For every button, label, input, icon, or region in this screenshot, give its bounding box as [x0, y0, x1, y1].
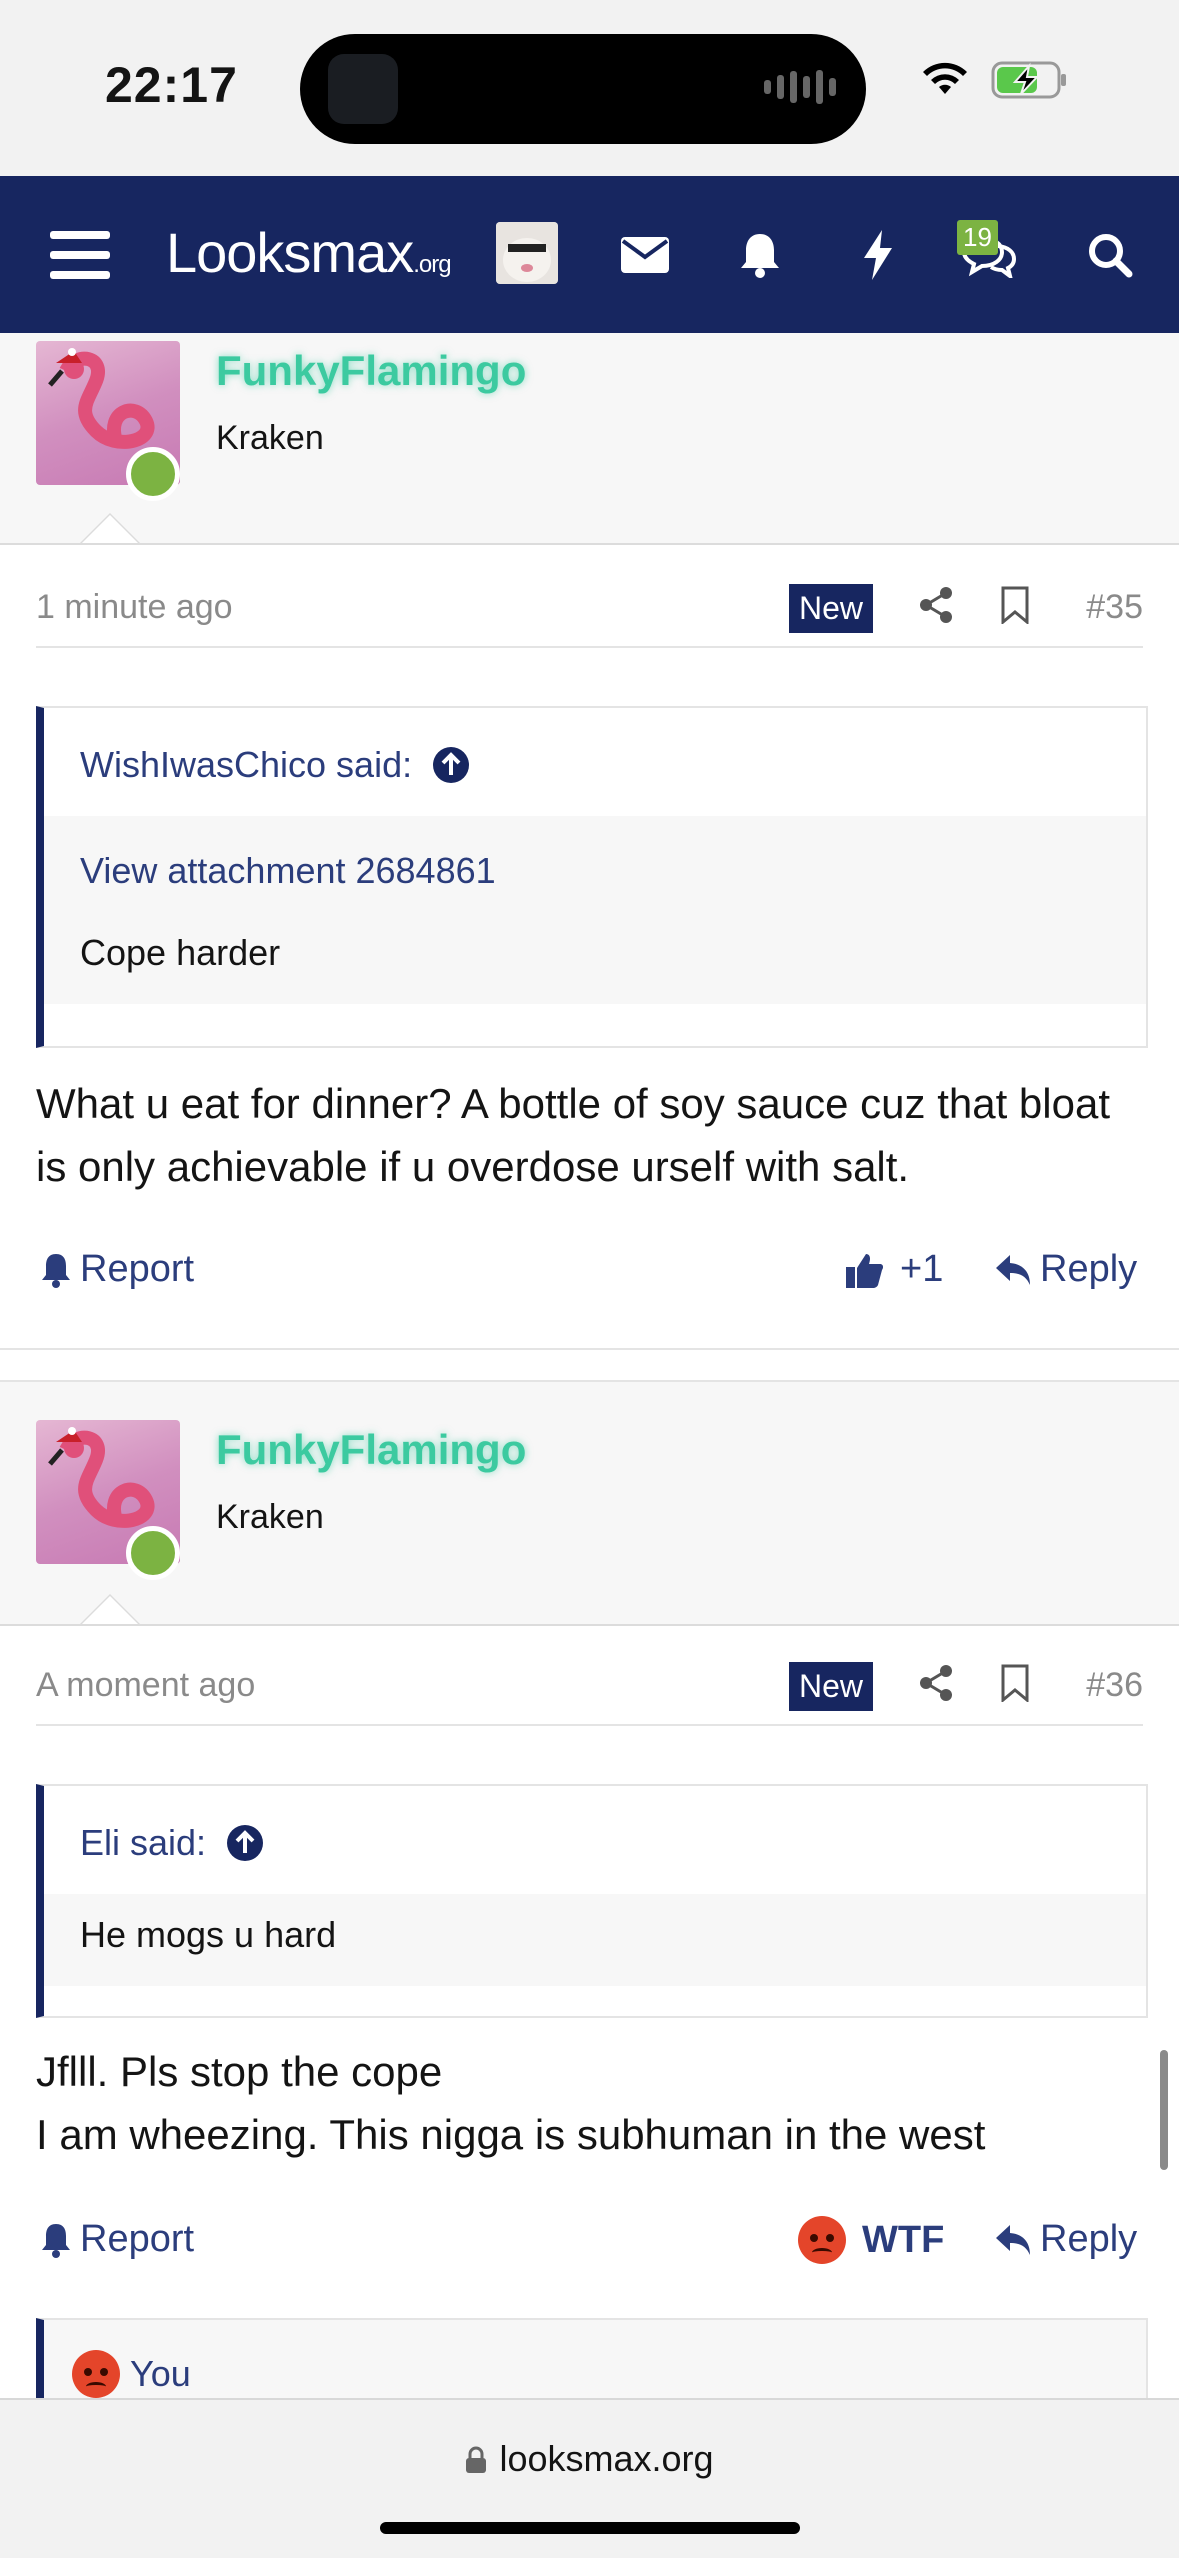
pointer-arrow — [80, 513, 140, 543]
wtf-reaction-button[interactable]: WTF — [798, 2216, 944, 2264]
post-user-block: FunkyFlamingo Kraken — [0, 333, 1179, 545]
user-title: Kraken — [216, 1498, 324, 1536]
username[interactable]: FunkyFlamingo — [216, 1426, 526, 1474]
menu-icon[interactable] — [40, 176, 120, 333]
report-label: Report — [80, 1248, 195, 1290]
quote-block: Eli said: He mogs u hard — [36, 1784, 1148, 2018]
lightning-icon[interactable] — [848, 176, 908, 333]
bell-icon — [42, 1253, 70, 1288]
quote-text: He mogs u hard — [80, 1914, 337, 1955]
username[interactable]: FunkyFlamingo — [216, 347, 526, 395]
report-button[interactable]: Report — [40, 2218, 194, 2261]
share-icon[interactable] — [918, 586, 954, 624]
message-line: I am wheezing. This nigga is subhuman in… — [36, 2111, 986, 2158]
arrow-up-circle-icon[interactable] — [432, 746, 470, 784]
audio-wave-icon — [764, 70, 836, 104]
reaction-label: WTF — [862, 2218, 945, 2261]
post-message: Jflll. Pls stop the cope I am wheezing. … — [36, 2040, 1146, 2166]
url-text: looksmax.org — [499, 2438, 714, 2479]
bell-icon — [42, 2223, 70, 2258]
post-number[interactable]: #36 — [1086, 1666, 1143, 1705]
share-icon[interactable] — [918, 1664, 954, 1702]
report-button[interactable]: Report — [40, 1248, 194, 1291]
angry-face-icon — [72, 2350, 120, 2398]
battery-charging-icon — [991, 61, 1066, 99]
reactions-bar[interactable]: You — [36, 2318, 1148, 2410]
lock-icon — [466, 2446, 487, 2473]
wifi-icon — [923, 62, 967, 94]
home-indicator[interactable] — [380, 2522, 800, 2534]
post-separator — [0, 1348, 1179, 1350]
like-count: +1 — [900, 1248, 944, 1290]
message-line: Jflll. Pls stop the cope — [36, 2048, 443, 2095]
reply-button[interactable]: Reply — [994, 1248, 1137, 1291]
quote-text: Cope harder — [80, 932, 281, 973]
camera-icon — [328, 54, 398, 124]
reply-button[interactable]: Reply — [994, 2218, 1137, 2261]
quote-body: View attachment 2684861 Cope harder — [44, 816, 1146, 1004]
status-bar: 22:17 — [0, 0, 1179, 176]
like-button[interactable]: +1 — [844, 1248, 943, 1291]
conversations-badge: 19 — [957, 220, 998, 255]
reactions-summary[interactable]: You — [130, 2353, 191, 2395]
quote-block: WishIwasChico said: View attachment 2684… — [36, 706, 1148, 1048]
top-nav: Looksmax.org — [0, 176, 1179, 333]
reply-icon — [996, 1254, 1030, 1285]
status-time: 22:17 — [105, 57, 238, 113]
reply-icon — [996, 2224, 1030, 2255]
quote-header[interactable]: WishIwasChico said: — [44, 708, 1146, 816]
report-label: Report — [80, 2218, 195, 2260]
quote-author[interactable]: Eli said: — [80, 1822, 206, 1864]
browser-bar: looksmax.org — [0, 2398, 1179, 2558]
reply-label: Reply — [1040, 2218, 1138, 2260]
attachment-link[interactable]: View attachment 2684861 — [80, 850, 1110, 892]
new-badge: New — [789, 584, 874, 633]
arrow-up-circle-icon[interactable] — [226, 1824, 264, 1862]
new-badge: New — [789, 1662, 874, 1711]
post-meta: 1 minute ago New #35 — [36, 566, 1143, 648]
search-icon[interactable] — [1080, 176, 1140, 333]
post-user-block: FunkyFlamingo Kraken — [0, 1380, 1179, 1626]
quote-author[interactable]: WishIwasChico said: — [80, 744, 412, 786]
inbox-icon[interactable] — [615, 176, 675, 333]
online-indicator — [126, 447, 180, 501]
post-message: What u eat for dinner? A bottle of soy s… — [36, 1080, 1110, 1190]
post-date[interactable]: 1 minute ago — [36, 588, 233, 627]
scrollbar[interactable] — [1160, 2050, 1168, 2170]
bell-icon[interactable] — [730, 176, 790, 333]
bookmark-icon[interactable] — [1000, 586, 1030, 624]
user-title: Kraken — [216, 419, 324, 457]
reply-label: Reply — [1040, 1248, 1138, 1290]
quote-body: He mogs u hard — [44, 1894, 1146, 1986]
quote-header[interactable]: Eli said: — [44, 1786, 1146, 1894]
bookmark-icon[interactable] — [1000, 1664, 1030, 1702]
dynamic-island — [300, 34, 866, 144]
thumbs-up-icon — [846, 1253, 884, 1288]
site-logo[interactable]: Looksmax.org — [166, 220, 452, 285]
post-date[interactable]: A moment ago — [36, 1666, 255, 1705]
post-number[interactable]: #35 — [1086, 588, 1143, 627]
url-bar[interactable]: looksmax.org — [0, 2438, 1179, 2480]
online-indicator — [126, 1526, 180, 1580]
post-meta: A moment ago New #36 — [36, 1644, 1143, 1726]
pointer-arrow — [80, 1594, 140, 1624]
angry-face-icon — [798, 2216, 846, 2264]
user-avatar[interactable] — [496, 222, 558, 284]
